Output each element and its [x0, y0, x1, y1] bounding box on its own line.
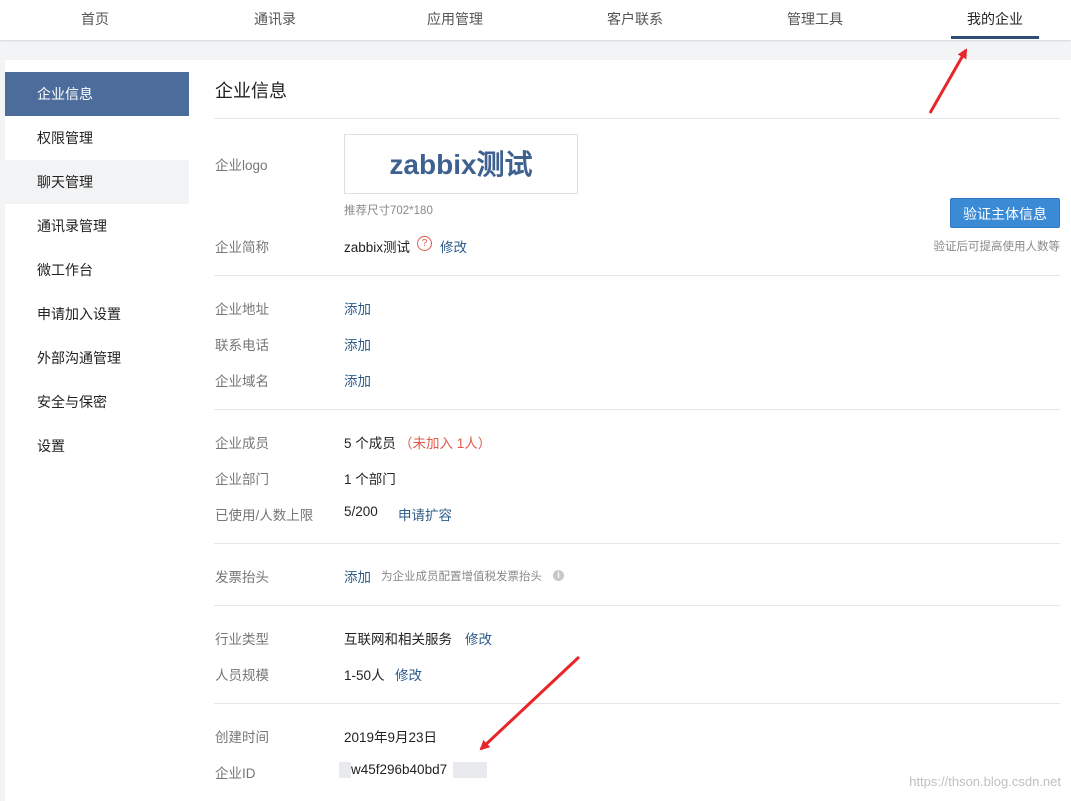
request-expansion-link[interactable]: 申请扩容 — [398, 504, 452, 524]
divider — [214, 409, 1060, 410]
redaction-mask — [453, 762, 487, 778]
industry-label: 行业类型 — [215, 632, 269, 647]
logo-box[interactable]: zabbix测试 — [344, 134, 578, 194]
nav-app-management[interactable]: 应用管理 — [410, 0, 500, 40]
question-icon[interactable]: ? — [417, 236, 432, 251]
created-value: 2019年9月23日 — [344, 730, 438, 745]
corp-id-value: w45f296b40bd7 — [351, 762, 448, 777]
phone-label: 联系电话 — [215, 338, 269, 353]
watermark: https://thson.blog.csdn.net — [909, 774, 1061, 789]
departments-label: 企业部门 — [215, 472, 269, 487]
divider — [214, 605, 1060, 606]
verify-entity-button[interactable]: 验证主体信息 — [950, 198, 1060, 228]
edit-industry-link[interactable]: 修改 — [465, 628, 492, 648]
info-icon[interactable]: i — [553, 570, 564, 581]
sidebar: 企业信息 权限管理 聊天管理 通讯录管理 微工作台 申请加入设置 外部沟通管理 … — [5, 60, 189, 801]
edit-scale-link[interactable]: 修改 — [395, 664, 422, 684]
sidebar-item-chat-management[interactable]: 聊天管理 — [5, 160, 189, 204]
divider — [214, 118, 1060, 119]
sidebar-item-join-settings[interactable]: 申请加入设置 — [5, 292, 189, 336]
address-label: 企业地址 — [215, 302, 269, 317]
top-nav: 首页 通讯录 应用管理 客户联系 管理工具 我的企业 — [0, 0, 1071, 40]
not-joined-count[interactable]: （未加入 1人） — [399, 432, 491, 452]
sidebar-item-security[interactable]: 安全与保密 — [5, 380, 189, 424]
nav-contacts[interactable]: 通讯录 — [235, 0, 315, 40]
scale-value: 1-50人 — [344, 668, 385, 683]
nav-my-enterprise[interactable]: 我的企业 — [951, 0, 1039, 40]
edit-short-name-link[interactable]: 修改 — [440, 236, 467, 256]
add-invoice-link[interactable]: 添加 — [344, 566, 371, 586]
redaction-mask — [339, 762, 351, 778]
usage-value: 5/200 — [344, 504, 378, 519]
add-domain-link[interactable]: 添加 — [344, 370, 371, 390]
divider — [214, 275, 1060, 276]
departments-value: 1 个部门 — [344, 472, 396, 487]
created-label: 创建时间 — [215, 730, 269, 745]
sidebar-item-settings[interactable]: 设置 — [5, 424, 189, 468]
divider — [214, 543, 1060, 544]
main-panel: 企业信息 企业logo zabbix测试 推荐尺寸702*180 验证主体信息 … — [189, 60, 1071, 801]
invoice-hint: 为企业成员配置增值税发票抬头 — [381, 571, 542, 583]
add-phone-link[interactable]: 添加 — [344, 334, 371, 354]
usage-label: 已使用/人数上限 — [215, 508, 314, 523]
sidebar-item-permissions[interactable]: 权限管理 — [5, 116, 189, 160]
page-title: 企业信息 — [215, 81, 287, 101]
sidebar-item-enterprise-info[interactable]: 企业信息 — [5, 72, 189, 116]
domain-label: 企业域名 — [215, 374, 269, 389]
sidebar-item-contacts-management[interactable]: 通讯录管理 — [5, 204, 189, 248]
logo-label: 企业logo — [215, 158, 268, 173]
industry-value: 互联网和相关服务 — [344, 632, 452, 647]
nav-customer-contact[interactable]: 客户联系 — [590, 0, 680, 40]
sidebar-item-workbench[interactable]: 微工作台 — [5, 248, 189, 292]
sidebar-item-external-communication[interactable]: 外部沟通管理 — [5, 336, 189, 380]
short-name-label: 企业简称 — [215, 240, 269, 255]
invoice-label: 发票抬头 — [215, 570, 269, 585]
add-address-link[interactable]: 添加 — [344, 298, 371, 318]
members-label: 企业成员 — [215, 436, 269, 451]
divider — [214, 703, 1060, 704]
corp-id-label: 企业ID — [215, 766, 256, 781]
nav-active-indicator — [951, 36, 1039, 39]
scale-label: 人员规模 — [215, 668, 269, 683]
members-value: 5 个成员 — [344, 436, 396, 451]
short-name-value: zabbix测试 — [344, 240, 411, 255]
verify-hint: 验证后可提高使用人数等 — [933, 241, 1061, 253]
nav-home[interactable]: 首页 — [55, 0, 135, 40]
logo-size-hint: 推荐尺寸702*180 — [344, 205, 433, 217]
nav-management-tools[interactable]: 管理工具 — [770, 0, 860, 40]
